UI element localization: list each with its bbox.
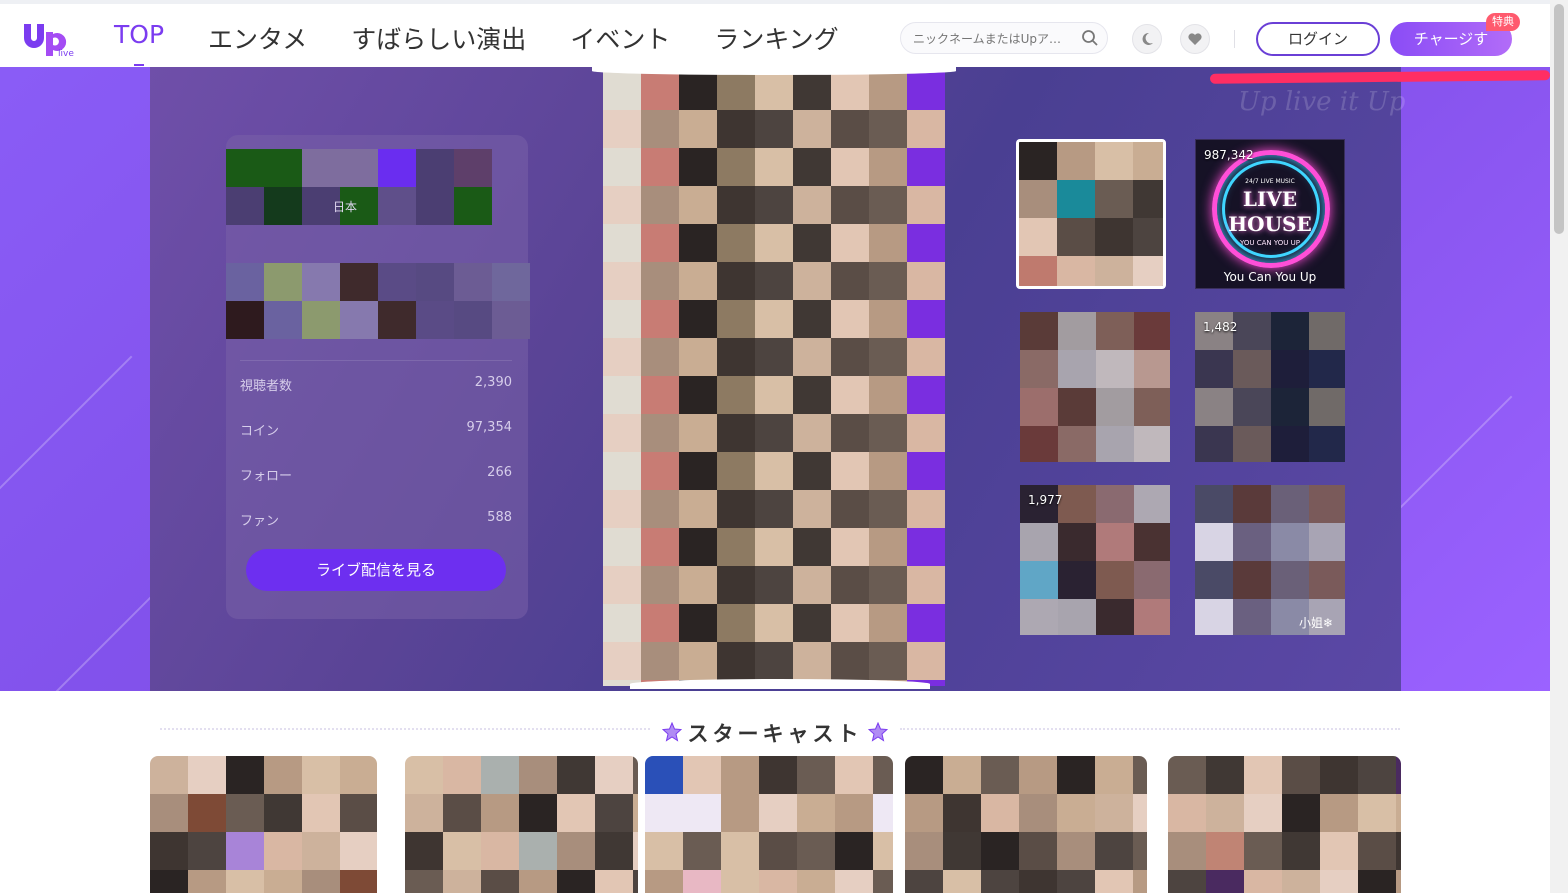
thumbnail-name: 小姐❄ [1298, 616, 1333, 630]
star-cast-card[interactable] [905, 756, 1147, 893]
livehouse-title-line1: LIVE [1242, 187, 1298, 211]
stat-fans: ファン 588 [240, 510, 512, 534]
nav-events[interactable]: イベント [570, 20, 670, 56]
header-divider [1234, 30, 1235, 48]
livehouse-sub: 24/7 LIVE MUSIC [1245, 178, 1295, 185]
live-video-preview[interactable] [603, 72, 945, 686]
top-header: live TOP エンタメ すばらしい演出 イベント ランキング ログイン チャ… [0, 0, 1550, 67]
hero-banner: Up live it Up 日本 視聴者数 2,390 コイン 97,354 フ… [0, 67, 1550, 691]
nav-entertainment[interactable]: エンタメ [208, 20, 307, 56]
stat-value: 2,390 [474, 375, 512, 390]
star-cast-card[interactable] [405, 756, 638, 893]
video-frame-bottom [630, 679, 930, 689]
stream-thumbnail[interactable]: 小姐❄ [1195, 485, 1345, 635]
star-cast-title: スターキャスト [687, 722, 863, 746]
nav-ranking[interactable]: ランキング [714, 20, 838, 56]
livehouse-title-line2: HOUSE [1228, 212, 1312, 236]
scrollbar-thumb[interactable] [1554, 4, 1564, 234]
stream-thumbnail[interactable]: 1,482 [1195, 312, 1345, 462]
favorites-button[interactable] [1180, 24, 1210, 54]
svg-text:live: live [58, 49, 74, 58]
livehouse-tag: YOU CAN YOU UP [1240, 239, 1300, 247]
star-icon [868, 722, 888, 742]
stream-thumbnail[interactable] [1020, 312, 1170, 462]
page-scrollbar[interactable] [1550, 0, 1568, 893]
info-divider [240, 360, 512, 361]
red-underline-mark [1209, 70, 1550, 84]
stat-following: フォロー 266 [240, 465, 512, 489]
stat-viewers: 視聴者数 2,390 [240, 375, 512, 399]
search-input[interactable] [901, 23, 1085, 55]
video-pixelated [603, 72, 945, 686]
bonus-badge: 特典 [1486, 13, 1520, 31]
stat-value: 266 [487, 465, 512, 480]
dark-mode-button[interactable] [1132, 24, 1162, 54]
viewer-count: 1,482 [1203, 320, 1238, 334]
stat-label: コイン [240, 424, 280, 439]
stat-coins: コイン 97,354 [240, 420, 512, 444]
stream-thumbnail[interactable]: 1,977 [1020, 485, 1170, 635]
star-cast-card[interactable] [1168, 756, 1401, 893]
stat-label: フォロー [240, 469, 293, 484]
star-cast-card[interactable] [645, 756, 893, 893]
nav-top[interactable]: TOP [114, 20, 164, 66]
stat-label: 視聴者数 [240, 379, 293, 394]
viewer-count: 987,342 [1204, 148, 1254, 162]
hero-watermark: Up live it Up [1238, 87, 1406, 117]
uplive-logo[interactable]: live [20, 18, 76, 58]
watch-live-button[interactable]: ライブ配信を見る [246, 549, 506, 591]
stream-thumbnail[interactable] [1016, 139, 1166, 289]
video-frame-top [592, 67, 956, 75]
streamer-badges-pixelated [226, 263, 530, 339]
heart-icon [1188, 33, 1202, 45]
stat-value: 588 [487, 510, 512, 525]
thumbnail-name: You Can You Up [1223, 270, 1317, 284]
login-button[interactable]: ログイン [1256, 22, 1380, 56]
search-box [900, 22, 1108, 55]
nav-effects[interactable]: すばらしい演出 [351, 20, 526, 56]
stat-label: ファン [240, 514, 280, 529]
search-icon[interactable] [1081, 29, 1099, 47]
stream-thumbnail-livehouse[interactable]: 987,342 24/7 LIVE MUSIC LIVE HOUSE YOU C… [1195, 139, 1345, 289]
streamer-avatar-pixelated [226, 149, 492, 225]
moon-icon [1142, 32, 1153, 45]
streamer-country: 日本 [333, 200, 358, 214]
main-nav: TOP エンタメ すばらしい演出 イベント ランキング [114, 20, 883, 66]
stat-value: 97,354 [466, 420, 513, 435]
viewer-count: 1,977 [1028, 493, 1063, 507]
star-cast-card[interactable] [150, 756, 377, 893]
